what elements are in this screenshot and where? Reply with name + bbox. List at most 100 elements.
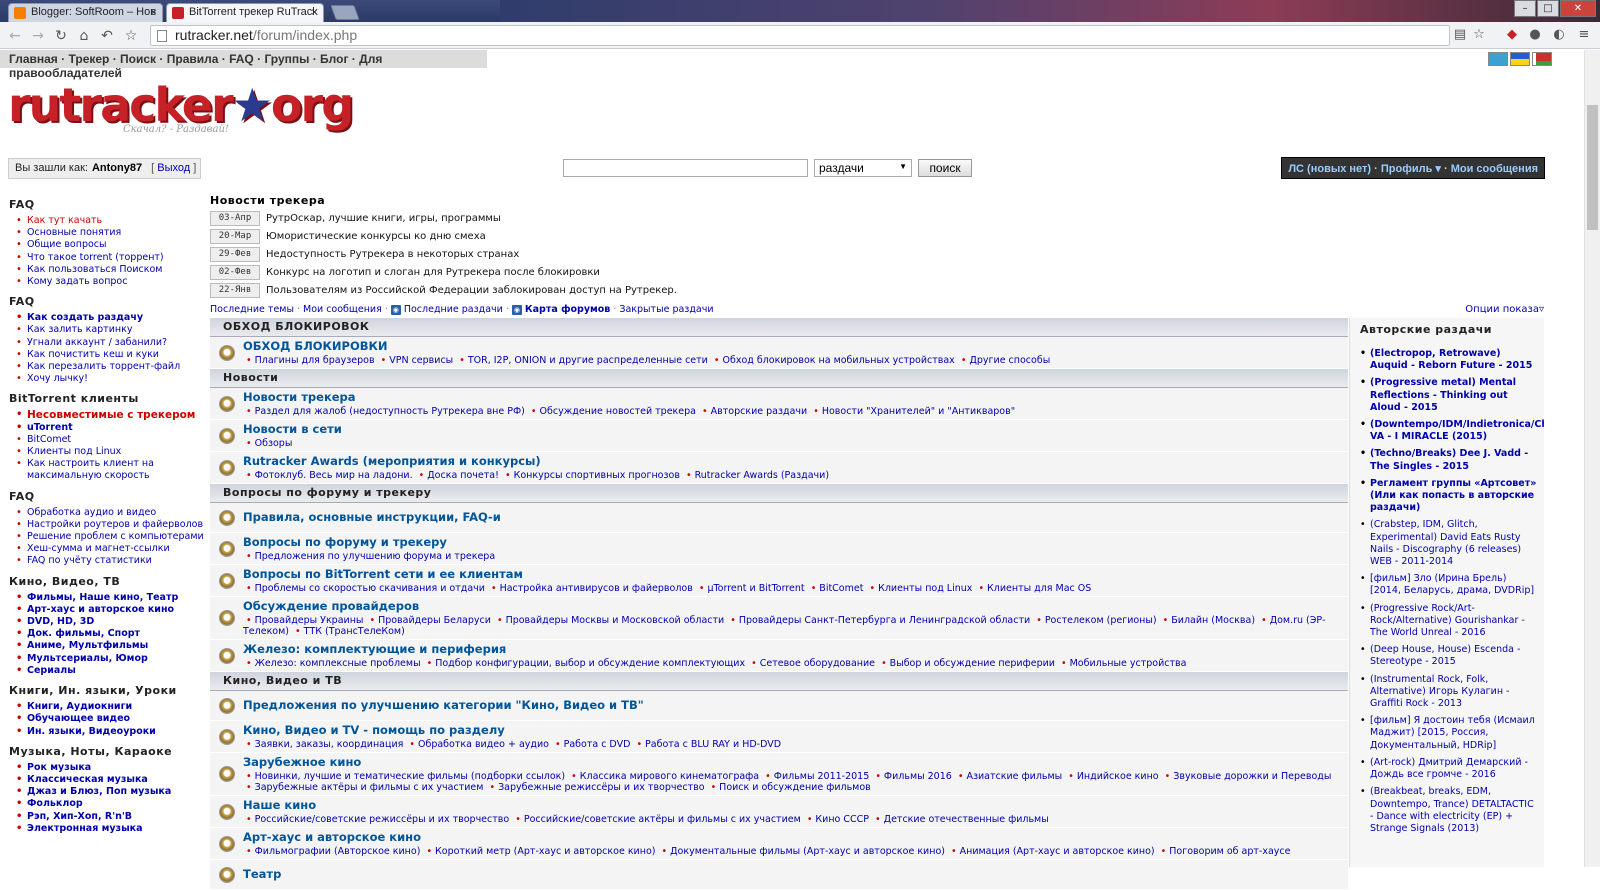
nav-search[interactable]: Поиск — [120, 52, 156, 66]
subforum-link[interactable]: Подбор конфигурации, выбор и обсуждение … — [435, 658, 745, 669]
search-scope-select[interactable]: раздачи — [814, 159, 912, 177]
sidebar-link[interactable]: Аниме, Мультфильмы — [16, 640, 205, 652]
sidebar-link[interactable]: Основные понятия — [16, 227, 205, 239]
sidebar-link[interactable]: Книги, Аудиокниги — [16, 701, 205, 713]
profile-link[interactable]: Профиль — [1381, 163, 1432, 175]
back-icon[interactable]: ← — [6, 27, 24, 45]
ublock-icon[interactable]: ◆ — [1504, 27, 1520, 43]
subforum-link[interactable]: Провайдеры Украины — [255, 615, 364, 626]
sidebar-link[interactable]: Как почистить кеш и куки — [16, 349, 205, 361]
site-logo[interactable]: rutracker★org Скачал? - Раздавай! — [8, 82, 273, 140]
author-release-link[interactable]: (Techno/Breaks) Dee J. Vadd - The Single… — [1360, 448, 1538, 472]
subforum-link[interactable]: Индийское кино — [1077, 771, 1159, 782]
sidebar-link[interactable]: Как залить картинку — [16, 324, 205, 336]
nav-groups[interactable]: Группы — [264, 52, 309, 66]
close-window-icon[interactable]: ✕ — [1560, 0, 1596, 17]
subforum-link[interactable]: Работа с BLU RAY и HD-DVD — [645, 739, 781, 750]
sidebar-link[interactable]: Арт-хаус и авторское кино — [16, 604, 205, 616]
sidebar-link[interactable]: Ин. языки, Видеоуроки — [16, 726, 205, 738]
subforum-link[interactable]: Российские/советские режиссёры и их твор… — [255, 814, 510, 825]
undo-icon[interactable]: ↶ — [98, 27, 116, 45]
subforum-link[interactable]: Плагины для браузеров — [255, 355, 375, 366]
subforum-link[interactable]: Провайдеры Санкт-Петербурга и Ленинградс… — [739, 615, 1030, 626]
ukraine-flag-icon[interactable] — [1510, 52, 1530, 66]
subforum-link[interactable]: Обзоры — [255, 438, 293, 449]
subforum-link[interactable]: Кино СССР — [815, 814, 869, 825]
subforum-link[interactable]: Детские отечественные фильмы — [884, 814, 1049, 825]
subforum-link[interactable]: Обсуждение новостей трекера — [540, 406, 696, 417]
forum-title-link[interactable]: Театр — [243, 867, 1342, 881]
my-posts-link[interactable]: Мои сообщения — [303, 304, 382, 315]
news-link[interactable]: Недоступность Рутрекера в некоторых стра… — [266, 249, 519, 260]
latest-topics-link[interactable]: Последние темы — [210, 304, 294, 315]
sidebar-link[interactable]: Классическая музыка — [16, 774, 205, 786]
sidebar-link[interactable]: Как настроить клиент на максимальную ско… — [16, 458, 205, 482]
star-icon[interactable]: ☆ — [1471, 27, 1487, 43]
author-release-link[interactable]: (Progressive metal) Mental Reflections -… — [1360, 377, 1538, 414]
lock-extension-icon[interactable]: ● — [1527, 27, 1543, 43]
forum-title-link[interactable]: Новости в сети — [243, 422, 342, 436]
sidebar-link[interactable]: uTorrent — [16, 422, 205, 434]
sidebar-link[interactable]: Угнали аккаунт / забанили? — [16, 337, 205, 349]
bookmark-icon[interactable]: ☆ — [122, 27, 140, 45]
subforum-link[interactable]: BitComet — [819, 583, 863, 594]
author-release-link[interactable]: (Electropop, Retrowave) Auquid - Reborn … — [1360, 348, 1538, 372]
forum-title-link[interactable]: Кино, Видео и TV - помощь по разделу — [243, 723, 505, 737]
sidebar-link[interactable]: Как пользоваться Поиском — [16, 264, 205, 276]
subforum-link[interactable]: Доска почета! — [427, 470, 499, 481]
forum-title-link[interactable]: Новости трекера — [243, 390, 356, 404]
subforum-link[interactable]: Предложения по улучшению форума и трекер… — [255, 551, 496, 562]
address-bar[interactable]: rutracker.net/forum/index.php — [150, 25, 1450, 46]
logout-link[interactable]: Выход — [157, 162, 190, 174]
sidebar-link[interactable]: Рок музыка — [16, 762, 205, 774]
sidebar-link[interactable]: Хеш-сумма и магнет-ссылки — [16, 543, 205, 555]
close-tab-icon[interactable]: × — [150, 5, 157, 19]
page-scrollbar[interactable] — [1584, 50, 1600, 867]
subforum-link[interactable]: Российские/советские актёры и фильмы с и… — [524, 814, 801, 825]
rss-icon[interactable]: ◉ — [391, 305, 401, 315]
sidebar-link[interactable]: Мультсериалы, Юмор — [16, 653, 205, 665]
username[interactable]: Antony87 — [92, 162, 142, 174]
subforum-link[interactable]: Классика мирового кинематографа — [580, 771, 759, 782]
home-icon[interactable]: ⌂ — [75, 27, 93, 45]
sidebar-link[interactable]: BitComet — [16, 434, 205, 446]
new-tab-button[interactable] — [330, 5, 359, 20]
subforum-link[interactable]: Новинки, лучшие и тематические фильмы (п… — [255, 771, 566, 782]
subforum-link[interactable]: Новости "Хранителей" и "Антикваров" — [822, 406, 1015, 417]
subforum-link[interactable]: Настройка антивирусов и файерволов — [500, 583, 693, 594]
author-release-link[interactable]: [фильм] Я достоин тебя (Исмаил Маджит) [… — [1360, 715, 1538, 752]
author-release-link[interactable]: [фильм] Зло (Ирина Брель) [2014, Беларус… — [1360, 573, 1538, 597]
subforum-link[interactable]: TOR, I2P, ONION и другие распределенные … — [468, 355, 708, 366]
subforum-link[interactable]: VPN сервисы — [389, 355, 453, 366]
subforum-link[interactable]: Другие способы — [969, 355, 1050, 366]
sidebar-link[interactable]: Решение проблем с компьютерами — [16, 531, 205, 543]
sidebar-link[interactable]: Фильмы, Наше кино, Театр — [16, 592, 205, 604]
maximize-icon[interactable]: □ — [1537, 0, 1559, 17]
browser-tab-1[interactable]: Blogger: SoftRoom – Нов × — [8, 3, 163, 22]
forum-title-link[interactable]: Железо: комплектующие и периферия — [243, 642, 506, 656]
sidebar-link[interactable]: Хочу лычку! — [16, 373, 205, 385]
subforum-link[interactable]: µTorrent и BitTorrent — [707, 583, 804, 594]
subforum-link[interactable]: Фильмы 2011-2015 — [774, 771, 870, 782]
subforum-link[interactable]: ТТК (ТрансТелеКом) — [304, 626, 405, 637]
sidebar-link[interactable]: Несовместимые с трекером — [16, 409, 205, 421]
subforum-link[interactable]: Работа с DVD — [564, 739, 631, 750]
sidebar-link[interactable]: Клиенты под Linux — [16, 446, 205, 458]
author-release-link[interactable]: (Breakbeat, breaks, EDM, Downtempo, Tran… — [1360, 786, 1538, 835]
subforum-link[interactable]: Документальные фильмы (Арт-хаус и авторс… — [670, 846, 945, 857]
pm-link[interactable]: ЛС (новых нет) — [1288, 163, 1371, 175]
forum-map-link[interactable]: Карта форумов — [525, 304, 610, 315]
search-input[interactable] — [563, 159, 808, 177]
forum-title-link[interactable]: Вопросы по форуму и трекеру — [243, 535, 447, 549]
subforum-link[interactable]: Звуковые дорожки и Переводы — [1173, 771, 1331, 782]
subforum-link[interactable]: Фильмографии (Авторское кино) — [255, 846, 421, 857]
nav-blog[interactable]: Блог — [320, 52, 348, 66]
sidebar-link[interactable]: Как перезалить торрент-файл — [16, 361, 205, 373]
forward-icon[interactable]: → — [29, 27, 47, 45]
sidebar-link[interactable]: Как создать раздачу — [16, 312, 205, 324]
subforum-link[interactable]: Проблемы со скоростью скачивания и отдач… — [255, 583, 485, 594]
subforum-link[interactable]: Железо: комплексные проблемы — [255, 658, 421, 669]
subforum-link[interactable]: Конкурсы спортивных прогнозов — [514, 470, 680, 481]
sidebar-link[interactable]: Рэп, Хип-Хоп, R'n'B — [16, 811, 205, 823]
reader-icon[interactable]: ▤ — [1452, 27, 1468, 43]
